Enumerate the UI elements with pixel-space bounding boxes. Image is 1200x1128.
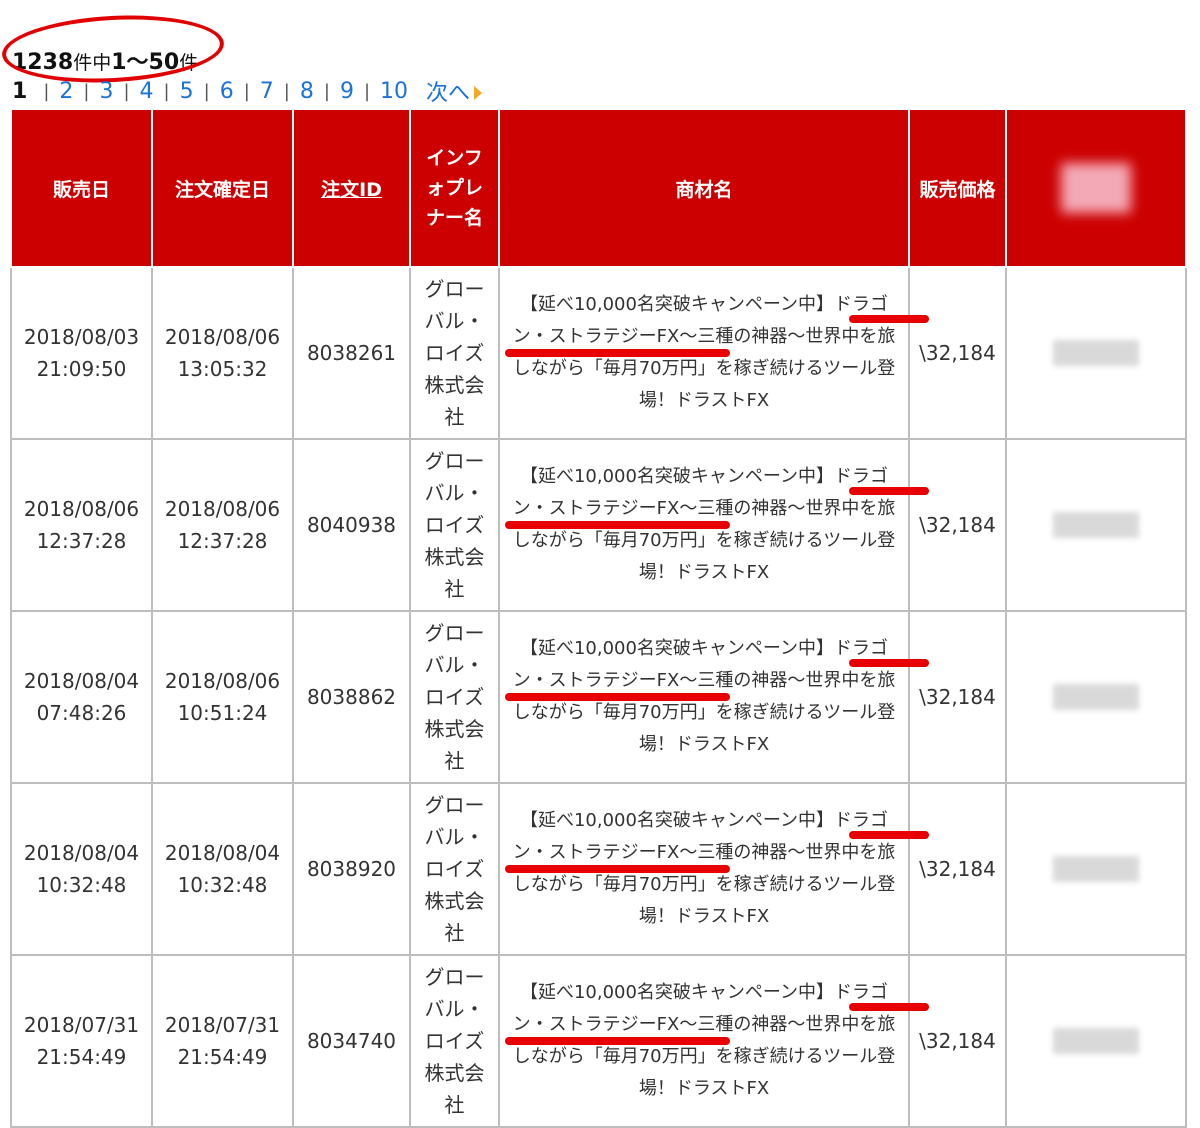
header-order-id[interactable]: 注文ID <box>292 108 411 268</box>
sale-date: 2018/08/04 <box>23 669 140 693</box>
header-confirm-date[interactable]: 注文確定日 <box>151 108 294 268</box>
sale-date-cell: 2018/08/03 21:09:50 <box>10 266 153 440</box>
page-link-5[interactable]: 5 <box>180 79 194 104</box>
price-cell: \32,184 <box>908 438 1007 612</box>
price-cell: \32,184 <box>908 954 1007 1128</box>
annotation-underline <box>505 1037 730 1045</box>
pagination: 1 | 2 | 3 | 4 | 5 | 6 | 7 | 8 | 9 | 10 次へ <box>12 75 483 107</box>
confirm-date: 2018/08/04 <box>164 841 281 865</box>
order-id-cell: 8034740 <box>292 954 411 1128</box>
confirm-date-cell: 2018/07/31 21:54:49 <box>151 954 294 1128</box>
page-link-9[interactable]: 9 <box>340 79 354 104</box>
sale-time: 12:37:28 <box>36 529 127 553</box>
page-link-3[interactable]: 3 <box>99 79 113 104</box>
confirm-time: 10:32:48 <box>177 873 268 897</box>
sale-time: 21:09:50 <box>36 357 127 381</box>
order-id-cell: 8040938 <box>292 438 411 612</box>
page-link-10[interactable]: 10 <box>380 79 408 104</box>
confirm-date-cell: 2018/08/06 10:51:24 <box>151 610 294 784</box>
order-id-cell: 8038920 <box>292 782 411 956</box>
redacted-cell <box>1005 266 1187 440</box>
annotation-underline <box>849 831 929 839</box>
redacted-value-blur <box>1053 512 1139 538</box>
confirm-date: 2018/08/06 <box>164 325 281 349</box>
sales-table: 販売日 注文確定日 注文ID インフォプレナー名 商材名 販売価格 2018/0… <box>10 108 1187 1128</box>
annotation-underline <box>505 349 730 357</box>
infopreneur-cell: グローバル・ロイズ株式会社 <box>409 266 500 440</box>
confirm-date-cell: 2018/08/06 13:05:32 <box>151 266 294 440</box>
header-infopreneur: インフォプレナー名 <box>409 108 500 268</box>
order-id-cell: 8038261 <box>292 266 411 440</box>
page-current: 1 <box>12 78 28 104</box>
confirm-time: 13:05:32 <box>177 357 268 381</box>
confirm-date: 2018/07/31 <box>164 1013 281 1037</box>
infopreneur-cell: グローバル・ロイズ株式会社 <box>409 954 500 1128</box>
redacted-value-blur <box>1053 340 1139 366</box>
next-arrow-icon <box>474 86 483 100</box>
confirm-date-cell: 2018/08/04 10:32:48 <box>151 782 294 956</box>
redacted-cell <box>1005 954 1187 1128</box>
infopreneur-cell: グローバル・ロイズ株式会社 <box>409 610 500 784</box>
annotation-underline <box>849 1003 929 1011</box>
header-redacted <box>1005 108 1187 268</box>
confirm-date: 2018/08/06 <box>164 497 281 521</box>
confirm-date: 2018/08/06 <box>164 669 281 693</box>
sale-date: 2018/08/03 <box>23 325 140 349</box>
sale-date-cell: 2018/08/06 12:37:28 <box>10 438 153 612</box>
redacted-cell <box>1005 438 1187 612</box>
redacted-header-blur <box>1061 163 1131 213</box>
sale-date-cell: 2018/07/31 21:54:49 <box>10 954 153 1128</box>
redacted-value-blur <box>1053 1028 1139 1054</box>
annotation-underline <box>505 693 730 701</box>
page-link-7[interactable]: 7 <box>260 79 274 104</box>
sale-time: 10:32:48 <box>36 873 127 897</box>
infopreneur-cell: グローバル・ロイズ株式会社 <box>409 782 500 956</box>
confirm-time: 10:51:24 <box>177 701 268 725</box>
price-cell: \32,184 <box>908 266 1007 440</box>
sale-date: 2018/07/31 <box>23 1013 140 1037</box>
annotation-underline <box>505 521 730 529</box>
sale-time: 21:54:49 <box>36 1045 127 1069</box>
sale-date: 2018/08/04 <box>23 841 140 865</box>
annotation-underline <box>849 487 929 495</box>
page-link-8[interactable]: 8 <box>300 79 314 104</box>
annotation-underline <box>849 659 929 667</box>
infopreneur-cell: グローバル・ロイズ株式会社 <box>409 438 500 612</box>
sale-time: 07:48:26 <box>36 701 127 725</box>
price-cell: \32,184 <box>908 610 1007 784</box>
page-separator: | <box>43 80 50 102</box>
header-sale-date[interactable]: 販売日 <box>10 108 153 268</box>
page-link-6[interactable]: 6 <box>220 79 234 104</box>
redacted-cell <box>1005 610 1187 784</box>
confirm-date-cell: 2018/08/06 12:37:28 <box>151 438 294 612</box>
price-cell: \32,184 <box>908 782 1007 956</box>
annotation-underline <box>505 865 730 873</box>
redacted-value-blur <box>1053 856 1139 882</box>
sale-date: 2018/08/06 <box>23 497 140 521</box>
next-page-link[interactable]: 次へ <box>426 75 483 107</box>
confirm-time: 12:37:28 <box>177 529 268 553</box>
header-price: 販売価格 <box>908 108 1007 268</box>
annotation-underline <box>849 315 929 323</box>
table-header-row: 販売日 注文確定日 注文ID インフォプレナー名 商材名 販売価格 <box>10 108 1187 268</box>
header-product: 商材名 <box>498 108 910 268</box>
sale-date-cell: 2018/08/04 07:48:26 <box>10 610 153 784</box>
next-page-label: 次へ <box>426 81 471 106</box>
sale-date-cell: 2018/08/04 10:32:48 <box>10 782 153 956</box>
redacted-cell <box>1005 782 1187 956</box>
redacted-value-blur <box>1053 684 1139 710</box>
confirm-time: 21:54:49 <box>177 1045 268 1069</box>
page-link-4[interactable]: 4 <box>140 79 154 104</box>
page-link-2[interactable]: 2 <box>59 79 73 104</box>
order-id-cell: 8038862 <box>292 610 411 784</box>
